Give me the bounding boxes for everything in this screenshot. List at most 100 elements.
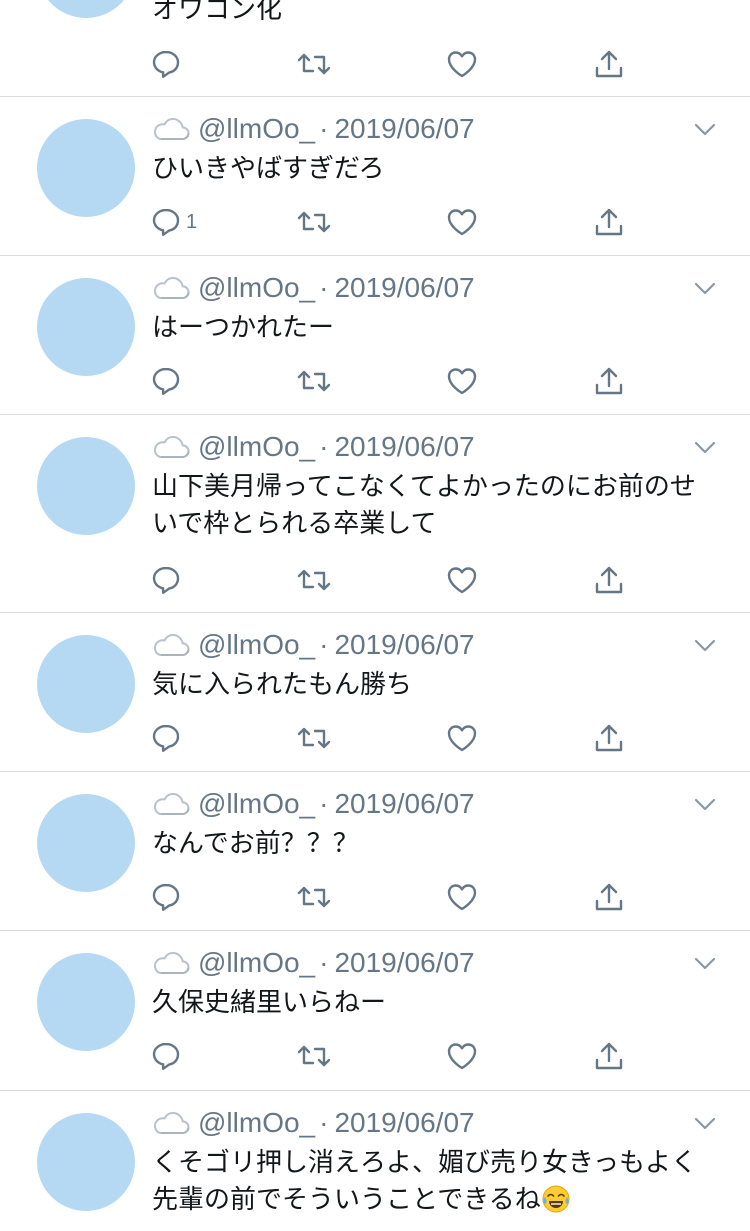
separator-dot: · bbox=[319, 1107, 329, 1138]
heart-icon bbox=[447, 209, 477, 236]
separator-dot: · bbox=[319, 113, 329, 144]
tweet[interactable]: @llmOo_ · 2019/06/07 山下美月帰ってこなくてよかったのにお前のせい… bbox=[0, 415, 750, 613]
reply-button[interactable] bbox=[150, 721, 186, 755]
user-handle[interactable]: @llmOo_ bbox=[198, 431, 315, 463]
heart-icon bbox=[447, 567, 477, 594]
retweet-button[interactable] bbox=[297, 1039, 331, 1073]
tweet[interactable]: @llmOo_ · 2019/06/07 はーつかれたー bbox=[0, 256, 750, 415]
tweet-actions bbox=[150, 880, 650, 914]
chevron-down-icon[interactable] bbox=[694, 1115, 716, 1131]
reply-button[interactable] bbox=[150, 364, 186, 398]
tweet-header: @llmOo_ · 2019/06/07 bbox=[152, 272, 475, 304]
chevron-down-icon[interactable] bbox=[694, 955, 716, 971]
retweet-button[interactable] bbox=[297, 364, 331, 398]
tweet-header: @llmOo_ · 2019/06/07 bbox=[152, 431, 475, 463]
like-button[interactable] bbox=[446, 563, 478, 597]
avatar[interactable] bbox=[37, 1113, 135, 1211]
tweet-header: @llmOo_ · 2019/06/07 bbox=[152, 947, 475, 979]
avatar[interactable] bbox=[37, 794, 135, 892]
tweet-partial[interactable]: オワコン化 bbox=[0, 0, 750, 97]
reply-icon bbox=[152, 1042, 180, 1070]
heart-icon bbox=[447, 368, 477, 395]
user-handle[interactable]: @llmOo_ bbox=[198, 947, 315, 979]
reply-button[interactable] bbox=[150, 563, 186, 597]
tweet-date[interactable]: 2019/06/07 bbox=[334, 431, 474, 463]
tweet[interactable]: @llmOo_ · 2019/06/07 ひいきやばすぎだろ 1 bbox=[0, 97, 750, 256]
tweet-date[interactable]: 2019/06/07 bbox=[334, 788, 474, 820]
retweet-button[interactable] bbox=[297, 880, 331, 914]
reply-button[interactable] bbox=[150, 47, 182, 81]
like-button[interactable] bbox=[446, 364, 478, 398]
cloud-icon bbox=[153, 117, 190, 140]
retweet-icon bbox=[297, 569, 331, 591]
avatar[interactable] bbox=[37, 437, 135, 535]
tweet-header: @llmOo_ · 2019/06/07 bbox=[152, 629, 475, 661]
tweet-date[interactable]: 2019/06/07 bbox=[334, 113, 474, 145]
like-button[interactable] bbox=[446, 205, 478, 239]
like-button[interactable] bbox=[446, 721, 478, 755]
separator-dot: · bbox=[319, 788, 329, 819]
share-button[interactable] bbox=[593, 563, 625, 597]
tweet-header: @llmOo_ · 2019/06/07 bbox=[152, 1107, 475, 1139]
heart-icon bbox=[447, 1043, 477, 1070]
reply-button[interactable] bbox=[150, 1039, 186, 1073]
like-button[interactable] bbox=[446, 47, 478, 81]
like-button[interactable] bbox=[446, 1039, 478, 1073]
tweet-text-content: 久保史緒里いらねー bbox=[152, 988, 387, 1018]
tweet-date[interactable]: 2019/06/07 bbox=[334, 629, 474, 661]
like-button[interactable] bbox=[446, 880, 478, 914]
share-button[interactable] bbox=[593, 47, 625, 81]
share-icon bbox=[595, 1042, 623, 1070]
cloud-icon bbox=[153, 792, 190, 815]
tweet-date[interactable]: 2019/06/07 bbox=[334, 1107, 474, 1139]
share-icon bbox=[595, 566, 623, 594]
avatar[interactable] bbox=[37, 278, 135, 376]
retweet-button[interactable] bbox=[297, 563, 331, 597]
tweet-text: ひいきやばすぎだろ bbox=[152, 151, 712, 188]
chevron-down-icon[interactable] bbox=[694, 439, 716, 455]
tweet-actions bbox=[150, 721, 650, 755]
chevron-down-icon[interactable] bbox=[694, 121, 716, 137]
retweet-icon bbox=[297, 727, 331, 749]
tweet-header: @llmOo_ · 2019/06/07 bbox=[152, 788, 475, 820]
chevron-down-icon[interactable] bbox=[694, 796, 716, 812]
tweet[interactable]: @llmOo_ · 2019/06/07 久保史緒里いらねー bbox=[0, 931, 750, 1091]
tweet-text: はーつかれたー bbox=[152, 310, 712, 347]
avatar[interactable] bbox=[37, 0, 135, 18]
tweet-actions bbox=[150, 1039, 650, 1073]
share-button[interactable] bbox=[593, 880, 625, 914]
avatar[interactable] bbox=[37, 119, 135, 217]
chevron-down-icon[interactable] bbox=[694, 637, 716, 653]
share-button[interactable] bbox=[593, 205, 625, 239]
user-handle[interactable]: @llmOo_ bbox=[198, 1107, 315, 1139]
tweet-text-content: 山下美月帰ってこなくてよかったのにお前のせいで枠とられる卒業して bbox=[152, 472, 696, 539]
reply-icon bbox=[152, 883, 180, 911]
tweet[interactable]: @llmOo_ · 2019/06/07 くそゴリ押し消えろよ、媚び売り女きっもよく先… bbox=[0, 1091, 750, 1231]
retweet-button[interactable] bbox=[297, 205, 331, 239]
tweet-text: 久保史緒里いらねー bbox=[152, 985, 712, 1022]
chevron-down-icon[interactable] bbox=[694, 280, 716, 296]
tweet-date[interactable]: 2019/06/07 bbox=[334, 947, 474, 979]
separator-dot: · bbox=[319, 947, 329, 978]
retweet-button[interactable] bbox=[297, 47, 331, 81]
user-handle[interactable]: @llmOo_ bbox=[198, 788, 315, 820]
tweet-text-content: 気に入られたもん勝ち bbox=[152, 670, 413, 700]
reply-button[interactable] bbox=[150, 880, 186, 914]
share-button[interactable] bbox=[593, 721, 625, 755]
cloud-icon bbox=[153, 435, 190, 458]
user-handle[interactable]: @llmOo_ bbox=[198, 629, 315, 661]
tweet-date[interactable]: 2019/06/07 bbox=[334, 272, 474, 304]
tweet[interactable]: @llmOo_ · 2019/06/07 なんでお前？？？ bbox=[0, 772, 750, 931]
retweet-button[interactable] bbox=[297, 721, 331, 755]
share-button[interactable] bbox=[593, 364, 625, 398]
user-handle[interactable]: @llmOo_ bbox=[198, 113, 315, 145]
share-button[interactable] bbox=[593, 1039, 625, 1073]
avatar[interactable] bbox=[37, 953, 135, 1051]
tweet-text: オワコン化 bbox=[152, 0, 283, 25]
tweet[interactable]: @llmOo_ · 2019/06/07 気に入られたもん勝ち bbox=[0, 613, 750, 772]
tweet-text-content: くそゴリ押し消えろよ、媚び売り女きっもよく先輩の前でそういうことできるね bbox=[152, 1148, 697, 1215]
user-handle[interactable]: @llmOo_ bbox=[198, 272, 315, 304]
reply-button[interactable]: 1 bbox=[150, 205, 197, 239]
avatar[interactable] bbox=[37, 635, 135, 733]
heart-icon bbox=[447, 725, 477, 752]
